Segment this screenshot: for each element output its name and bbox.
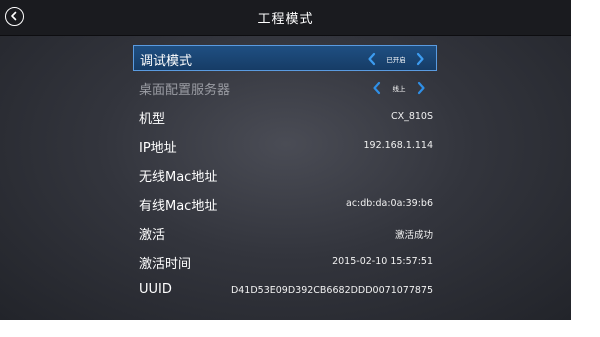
title-bar: 工程模式: [0, 0, 571, 36]
desktop-config-server-selector[interactable]: 线上: [371, 80, 427, 96]
ip-address-value: 192.168.1.114: [363, 140, 433, 151]
desktop-config-server-label: 桌面配置服务器: [139, 83, 231, 98]
screen: 工程模式 调试模式 已开启 桌面配置服务器 线上 机型 CX_810S IP地址…: [0, 0, 571, 320]
model-row: 机型 CX_810S: [133, 104, 437, 130]
model-value: CX_810S: [390, 111, 433, 122]
activation-value: 激活成功: [394, 230, 433, 241]
activation-label: 激活: [139, 228, 166, 243]
activation-time-label: 激活时间: [139, 257, 192, 272]
debug-mode-label: 调试模式: [140, 54, 193, 69]
model-label: 机型: [139, 112, 166, 127]
activation-time-value: 2015-02-10 15:57:51: [332, 256, 433, 267]
uuid-row: UUID D41D53E09D392CB6682DDD0071077875: [133, 278, 437, 304]
wired-mac-row: 有线Mac地址 ac:db:da:0a:39:b6: [133, 191, 437, 217]
debug-mode-row[interactable]: 调试模式 已开启: [133, 45, 437, 71]
activation-row: 激活 激活成功: [133, 220, 437, 246]
wired-mac-value: ac:db:da:0a:39:b6: [346, 198, 433, 209]
uuid-value: D41D53E09D392CB6682DDD0071077875: [230, 285, 433, 296]
desktop-config-server-value: 线上: [392, 85, 406, 93]
debug-mode-selector[interactable]: 已开启: [366, 51, 426, 67]
debug-mode-value: 已开启: [386, 56, 406, 64]
wireless-mac-row: 无线Mac地址: [133, 162, 437, 188]
wireless-mac-label: 无线Mac地址: [139, 170, 218, 185]
uuid-label: UUID: [139, 282, 172, 297]
chevron-left-icon[interactable]: [366, 52, 378, 66]
chevron-right-icon[interactable]: [414, 52, 426, 66]
chevron-left-icon[interactable]: [371, 81, 383, 95]
ip-address-row: IP地址 192.168.1.114: [133, 133, 437, 159]
wired-mac-label: 有线Mac地址: [139, 199, 218, 214]
chevron-right-icon[interactable]: [415, 81, 427, 95]
ip-address-label: IP地址: [139, 141, 177, 156]
activation-time-row: 激活时间 2015-02-10 15:57:51: [133, 249, 437, 275]
desktop-config-server-row[interactable]: 桌面配置服务器 线上: [133, 75, 437, 101]
page-title: 工程模式: [257, 12, 314, 27]
